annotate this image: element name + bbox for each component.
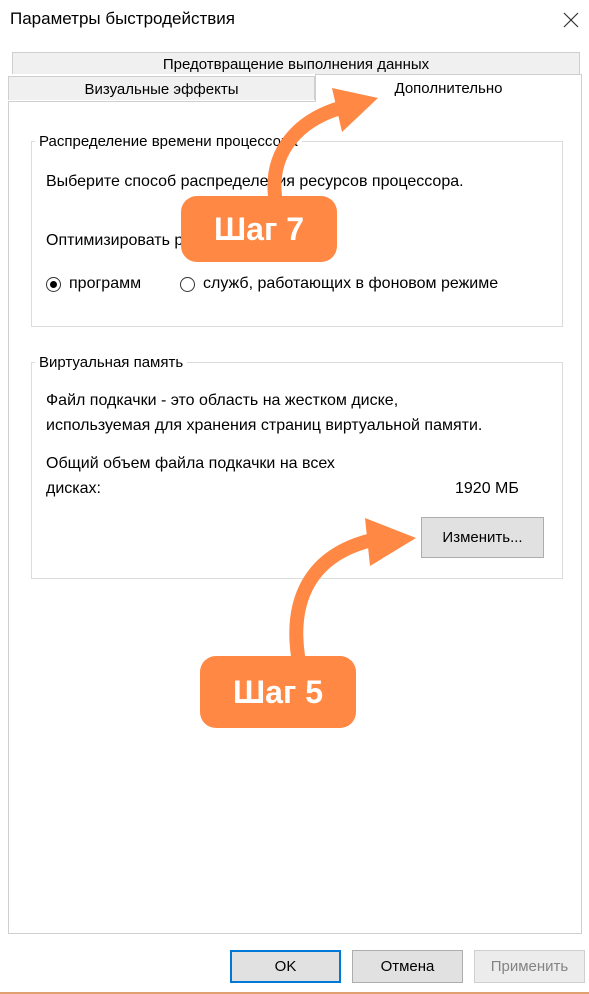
step5-arrowhead: [365, 518, 416, 566]
step5-arrow: [289, 533, 379, 663]
step7-arrowhead: [332, 88, 378, 132]
step7-arrow: [267, 101, 347, 203]
step7-badge: Шаг 7: [181, 196, 337, 262]
annotation-arrows: [267, 88, 416, 663]
step5-badge: Шаг 5: [200, 656, 356, 728]
